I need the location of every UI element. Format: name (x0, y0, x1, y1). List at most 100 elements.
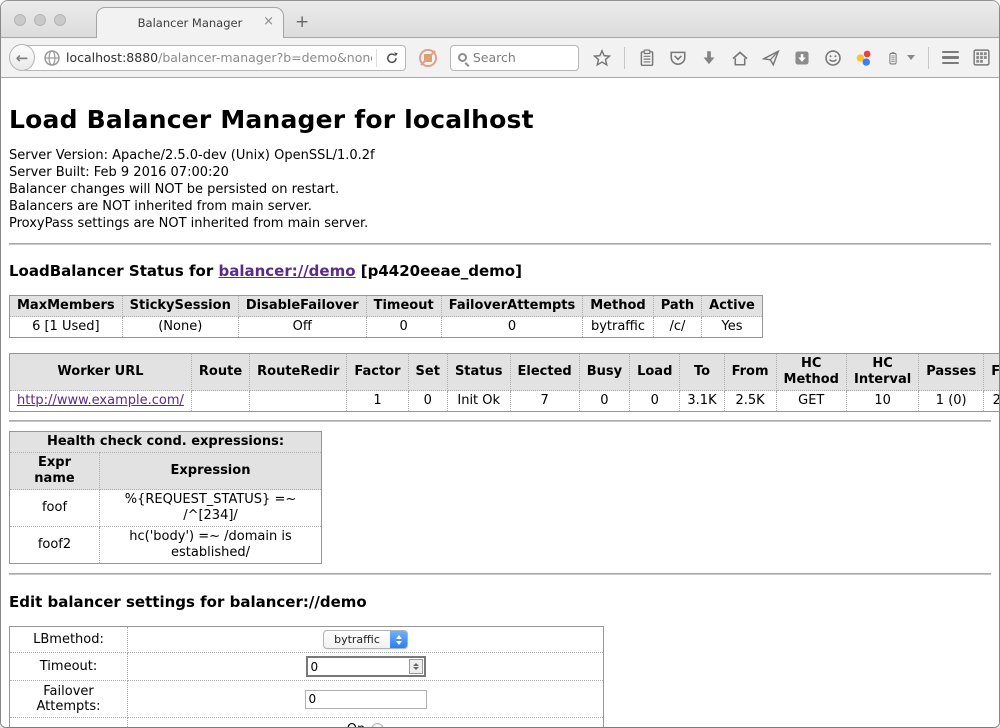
col-header: Path (653, 296, 701, 317)
col-header: HC Interval (846, 354, 918, 391)
url-bar[interactable]: localhost:8880/balancer-manager?b=demo&n… (22, 45, 406, 71)
table-cell: 1 (347, 391, 408, 412)
table-cell: 0 (579, 391, 629, 412)
disable-failover-on-radio[interactable] (371, 723, 384, 727)
persist-note-line: Balancer changes will NOT be persisted o… (9, 181, 991, 198)
col-header: Factor (347, 354, 408, 391)
server-info: Server Version: Apache/2.5.0-dev (Unix) … (9, 147, 991, 232)
number-stepper-icon[interactable] (409, 659, 423, 674)
page-title: Load Balancer Manager for localhost (9, 105, 991, 134)
col-header: Load (630, 354, 680, 391)
expr-name-cell: foof2 (10, 527, 100, 564)
table-cell: 3.1K (680, 391, 724, 412)
window-controls (14, 14, 66, 26)
addon-download-icon[interactable] (793, 49, 811, 67)
col-header: Expr name (10, 453, 100, 490)
col-header: RouteRedir (250, 354, 347, 391)
col-header: Busy (579, 354, 629, 391)
col-header: Expression (100, 453, 322, 490)
url-text[interactable]: localhost:8880/balancer-manager?b=demo&n… (66, 50, 372, 65)
zoom-window-button[interactable] (54, 14, 66, 26)
chevron-down-icon[interactable] (907, 55, 915, 60)
close-window-button[interactable] (14, 14, 26, 26)
expr-name-cell: foof (10, 490, 100, 527)
balancer-demo-link[interactable]: balancer://demo (218, 262, 355, 280)
back-button[interactable]: ← (9, 44, 35, 71)
proxypass-note-line: ProxyPass settings are NOT inherited fro… (9, 215, 991, 232)
timeout-input[interactable] (306, 656, 426, 677)
feedback-smiley-icon[interactable] (824, 49, 842, 67)
table-cell: bytraffic (583, 317, 653, 338)
browser-window: Balancer Manager × + ← localhost:8880/ba… (1, 1, 999, 727)
url-host: localhost:8880 (66, 50, 158, 65)
failover-attempts-input[interactable] (305, 690, 427, 709)
table-cell: 7 (510, 391, 579, 412)
table-row: foof %{REQUEST_STATUS} =~ /^[234]/ (10, 490, 322, 527)
col-header: Elected (510, 354, 579, 391)
content-block-icon[interactable] (419, 49, 436, 67)
menu-icon[interactable] (942, 51, 959, 65)
new-tab-button[interactable]: + (295, 12, 309, 32)
table-cell: Init Ok (447, 391, 510, 412)
health-table-title: Health check cond. expressions: (10, 432, 322, 453)
pocket-icon[interactable] (669, 49, 687, 67)
failover-attempts-label: Failover Attempts: (10, 681, 128, 718)
balancer-status-table: MaxMembers StickySession DisableFailover… (9, 295, 763, 338)
table-cell: 1 (0) (919, 391, 984, 412)
form-row: LBmethod: bytraffic (10, 627, 604, 653)
form-cell: On Off (128, 718, 604, 728)
lbmethod-label: LBmethod: (10, 627, 128, 653)
disable-failover-label: Disable Failover: (10, 718, 128, 728)
table-cell: 0 (441, 317, 583, 338)
col-header: Status (447, 354, 510, 391)
tab-groups-icon[interactable] (972, 48, 991, 67)
battery-addon-icon[interactable] (886, 49, 900, 67)
form-row: Disable Failover: On Off (10, 718, 604, 728)
download-icon[interactable] (700, 49, 718, 67)
table-cell (191, 391, 249, 412)
divider (9, 243, 991, 245)
col-header: FailoverAttempts (441, 296, 583, 317)
search-bar[interactable]: Search (450, 45, 579, 71)
table-cell: 0 (408, 391, 447, 412)
table-header-row: MaxMembers StickySession DisableFailover… (10, 296, 763, 317)
worker-table: Worker URL Route RouteRedir Factor Set S… (9, 353, 999, 412)
bookmark-star-icon[interactable] (593, 49, 611, 67)
table-cell: 0 (366, 317, 441, 338)
send-tab-icon[interactable] (762, 49, 780, 67)
col-header: Route (191, 354, 249, 391)
toolbar-separator (624, 47, 625, 69)
home-icon[interactable] (731, 49, 749, 67)
table-cell: (None) (122, 317, 238, 338)
reload-button[interactable] (381, 47, 403, 69)
search-placeholder: Search (473, 50, 516, 65)
navigation-toolbar: ← localhost:8880/balancer-manager?b=demo… (1, 38, 999, 78)
tab-bar: Balancer Manager × + (1, 1, 999, 38)
minimize-window-button[interactable] (34, 14, 46, 26)
col-header: To (680, 354, 724, 391)
page-content: Load Balancer Manager for localhost Serv… (1, 78, 999, 727)
col-header: Active (702, 296, 763, 317)
col-header: Timeout (366, 296, 441, 317)
form-cell (128, 681, 604, 718)
url-divider (376, 49, 377, 67)
divider (9, 420, 991, 422)
url-path: /balancer-manager?b=demo&nonce=decc37be-… (158, 50, 372, 65)
server-built-line: Server Built: Feb 9 2016 07:00:20 (9, 164, 991, 181)
worker-url-link[interactable]: http://www.example.com/ (17, 393, 184, 408)
colored-dots-addon-icon[interactable] (855, 49, 873, 67)
tab-balancer-manager[interactable]: Balancer Manager × (96, 7, 284, 38)
table-cell: 6 [1 Used] (10, 317, 123, 338)
lbmethod-select[interactable]: bytraffic (323, 630, 408, 649)
col-header: MaxMembers (10, 296, 123, 317)
table-cell: GET (776, 391, 846, 412)
col-header: Fails (984, 354, 999, 391)
reading-list-icon[interactable] (638, 49, 656, 67)
form-row: Timeout: (10, 653, 604, 681)
table-cell: Off (238, 317, 366, 338)
table-cell: /c/ (653, 317, 701, 338)
tab-close-icon[interactable]: × (263, 15, 274, 29)
table-cell (250, 391, 347, 412)
col-header: Set (408, 354, 447, 391)
table-header-row: Worker URL Route RouteRedir Factor Set S… (10, 354, 1000, 391)
